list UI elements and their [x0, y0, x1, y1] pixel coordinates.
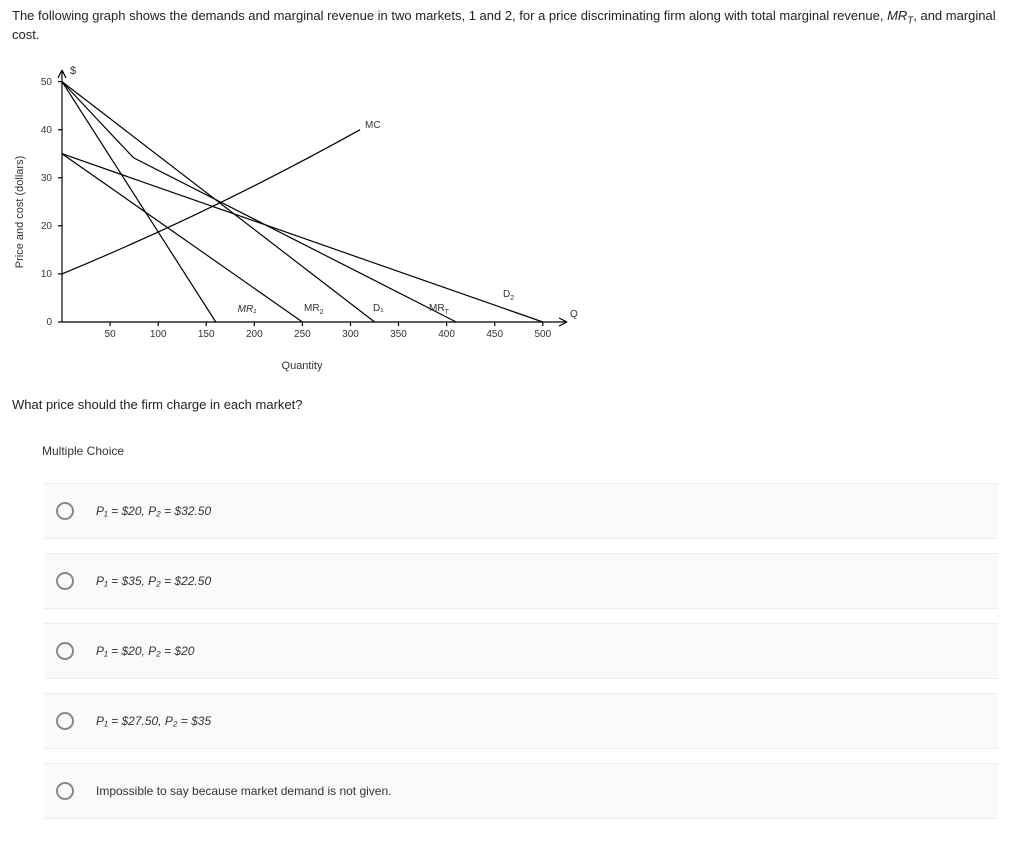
radio-icon: [56, 782, 74, 800]
label-mr1: MR₁: [238, 304, 257, 315]
xtick-350: 350: [390, 329, 407, 340]
options-group: P₁ = $20, P₂ = $32.50 P₁ = $35, P₂ = $22…: [44, 483, 998, 819]
ytick-20: 20: [41, 221, 53, 232]
xtick-400: 400: [438, 329, 455, 340]
curve-d2: [62, 153, 543, 321]
label-q: Q: [570, 309, 578, 320]
curve-mrt: [62, 81, 456, 321]
xtick-100: 100: [150, 329, 167, 340]
label-mc: MC: [365, 120, 381, 131]
option-4-text: P₁ = $27.50, P₂ = $35: [96, 714, 211, 728]
price-discrimination-chart: Price and cost (dollars) 0 10 20 30 40 5…: [22, 62, 582, 362]
option-2-text: P₁ = $35, P₂ = $22.50: [96, 574, 211, 588]
label-mr2: MR2: [304, 303, 324, 316]
radio-icon: [56, 642, 74, 660]
curve-mr2: [62, 153, 302, 321]
xtick-300: 300: [342, 329, 359, 340]
ytick-30: 30: [41, 173, 53, 184]
xtick-250: 250: [294, 329, 311, 340]
ytick-40: 40: [41, 125, 53, 136]
xtick-500: 500: [534, 329, 551, 340]
label-d1: D₁: [373, 303, 384, 314]
option-2[interactable]: P₁ = $35, P₂ = $22.50: [44, 553, 998, 609]
radio-icon: [56, 712, 74, 730]
chart-svg: 0 10 20 30 40 50 50 100 150 200 250 300: [22, 62, 582, 352]
option-1[interactable]: P₁ = $20, P₂ = $32.50: [44, 483, 998, 539]
xtick-50: 50: [105, 329, 117, 340]
radio-icon: [56, 502, 74, 520]
curve-d1: [62, 81, 375, 321]
option-1-text: P₁ = $20, P₂ = $32.50: [96, 504, 211, 518]
label-d2: D2: [503, 289, 514, 302]
curve-mr1: [62, 81, 216, 321]
radio-icon: [56, 572, 74, 590]
prompt-prefix: The following graph shows the demands an…: [12, 8, 887, 23]
xtick-450: 450: [486, 329, 503, 340]
dollar-sign: $: [70, 65, 76, 77]
xtick-150: 150: [198, 329, 215, 340]
ytick-50: 50: [41, 77, 53, 88]
prompt-mrt: MR: [887, 8, 907, 23]
option-5[interactable]: Impossible to say because market demand …: [44, 763, 998, 819]
ytick-0: 0: [46, 317, 52, 328]
option-5-text: Impossible to say because market demand …: [96, 784, 392, 798]
question-2: What price should the firm charge in eac…: [12, 397, 998, 412]
ytick-10: 10: [41, 269, 53, 280]
y-axis-label: Price and cost (dollars): [14, 155, 26, 268]
option-4[interactable]: P₁ = $27.50, P₂ = $35: [44, 693, 998, 749]
option-3[interactable]: P₁ = $20, P₂ = $20: [44, 623, 998, 679]
xtick-200: 200: [246, 329, 263, 340]
multiple-choice-heading: Multiple Choice: [42, 444, 998, 458]
question-prompt: The following graph shows the demands an…: [12, 8, 998, 42]
option-3-text: P₁ = $20, P₂ = $20: [96, 644, 194, 658]
x-axis-label: Quantity: [282, 360, 323, 372]
